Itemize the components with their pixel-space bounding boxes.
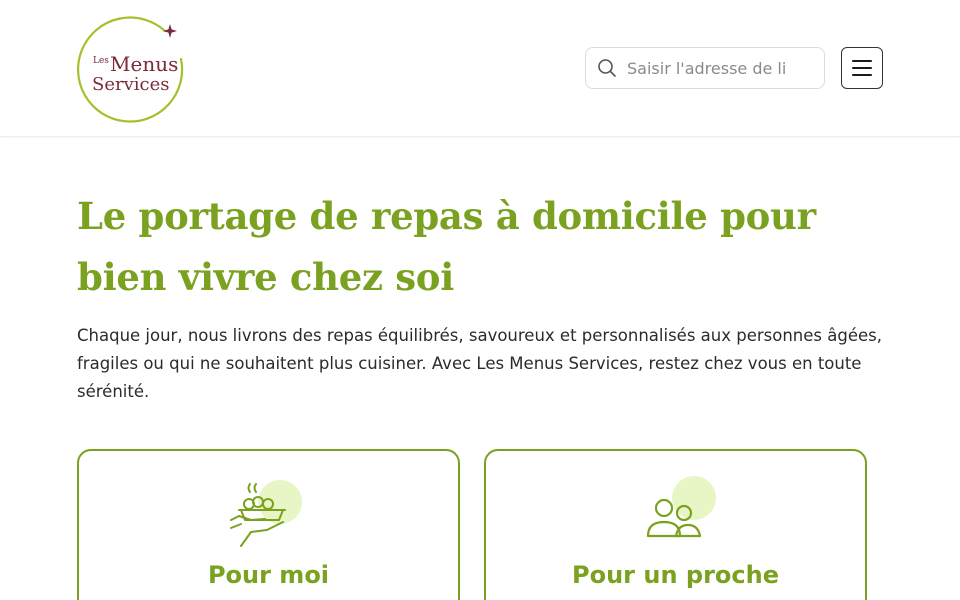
card-title: Pour un proche bbox=[572, 561, 779, 589]
meal-tray-hand-icon bbox=[229, 476, 309, 548]
address-search-input[interactable] bbox=[627, 48, 817, 88]
star-icon bbox=[163, 24, 177, 38]
hero-description: Chaque jour, nous livrons des repas équi… bbox=[77, 326, 882, 401]
card-pour-un-proche[interactable]: Pour un proche bbox=[484, 449, 867, 600]
card-title: Pour moi bbox=[207, 561, 330, 589]
logo-emblem: Les Menus Services bbox=[77, 16, 184, 123]
search-box[interactable] bbox=[585, 47, 825, 89]
hamburger-menu-icon bbox=[852, 60, 872, 76]
logo-text-menus: Menus bbox=[110, 52, 178, 76]
logo-text-services: Services bbox=[92, 74, 169, 95]
menu-button[interactable] bbox=[841, 47, 883, 89]
card-pour-moi[interactable]: Pour moi bbox=[77, 449, 460, 600]
search-icon bbox=[598, 59, 616, 77]
brand-logo[interactable]: Les Menus Services bbox=[77, 13, 189, 125]
site-header: Les Menus Services bbox=[0, 0, 960, 137]
two-people-icon bbox=[636, 476, 716, 548]
hero-title: Le portage de repas à domicile pour bien… bbox=[77, 194, 816, 299]
logo-text-les: Les bbox=[93, 56, 109, 66]
